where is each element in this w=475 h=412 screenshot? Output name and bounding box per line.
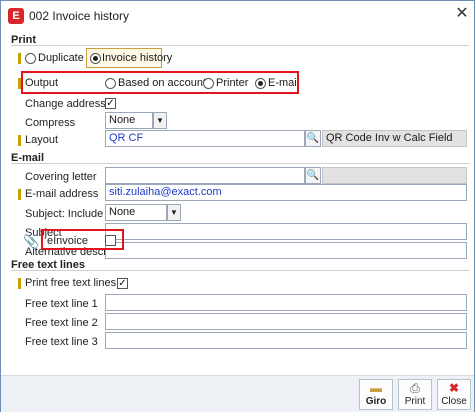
covering-letter-description	[322, 167, 467, 184]
duplicate-radio[interactable]	[25, 53, 36, 64]
email-address-input[interactable]: siti.zulaiha@exact.com	[105, 184, 467, 201]
window-close-icon[interactable]: ✕	[453, 5, 471, 23]
print-label: Print	[404, 396, 426, 407]
required-marker	[18, 278, 21, 289]
close-label: Close	[441, 396, 467, 407]
email-address-label: E-mail address	[25, 188, 99, 200]
chevron-down-icon[interactable]: ▼	[153, 112, 167, 129]
app-logo-icon: E	[8, 8, 24, 24]
invoice-history-label: Invoice history	[102, 52, 173, 64]
subject-input[interactable]	[105, 223, 467, 240]
free-text-line-3-input[interactable]	[105, 332, 467, 349]
einvoice-highlight-box	[41, 229, 124, 250]
invoice-history-dialog: E 002 Invoice history ✕ Print Duplicate …	[0, 0, 475, 412]
invoice-history-radio[interactable]	[90, 53, 101, 64]
subject-include-label: Subject: Include	[25, 208, 104, 220]
change-address-label: Change address	[25, 98, 106, 110]
layout-label: Layout	[25, 134, 59, 146]
paperclip-icon: 📎	[23, 234, 40, 249]
change-address-checkbox[interactable]: ✓	[105, 98, 116, 109]
divider	[11, 270, 469, 271]
compress-select[interactable]: None	[105, 112, 153, 129]
covering-letter-input[interactable]	[105, 167, 305, 184]
required-marker	[18, 53, 21, 64]
duplicate-label: Duplicate	[38, 52, 84, 64]
print-free-text-checkbox[interactable]: ✓	[117, 278, 128, 289]
alternative-descr-input[interactable]	[105, 242, 467, 259]
covering-letter-search-icon[interactable]: 🔍	[305, 167, 321, 184]
giro-icon: ▬	[370, 381, 382, 395]
free-text-line-1-label: Free text line 1	[25, 298, 98, 310]
divider	[11, 163, 469, 164]
giro-button[interactable]: ▬ Giro	[359, 379, 393, 410]
free-text-line-2-label: Free text line 2	[25, 317, 98, 329]
button-bar: ▬ Giro ⎙ Print ✖ Close	[1, 375, 474, 412]
free-text-line-1-input[interactable]	[105, 294, 467, 311]
layout-input[interactable]: QR CF	[105, 130, 305, 147]
printer-icon: ⎙	[410, 381, 420, 395]
free-text-line-3-label: Free text line 3	[25, 336, 98, 348]
title-bar: E 002 Invoice history ✕	[1, 1, 474, 31]
compress-label: Compress	[25, 117, 76, 129]
required-marker	[18, 135, 21, 146]
window-title: 002 Invoice history	[29, 9, 130, 23]
free-text-line-2-input[interactable]	[105, 313, 467, 330]
layout-search-icon[interactable]: 🔍	[305, 130, 321, 147]
giro-label: Giro	[365, 396, 387, 407]
covering-letter-label: Covering letter	[25, 171, 97, 183]
divider	[11, 45, 469, 46]
close-icon: ✖	[448, 381, 460, 395]
print-free-text-label: Print free text lines	[25, 277, 117, 289]
close-button[interactable]: ✖ Close	[437, 379, 471, 410]
print-button[interactable]: ⎙ Print	[398, 379, 432, 410]
layout-description: QR Code Inv w Calc Field	[322, 130, 467, 147]
chevron-down-icon[interactable]: ▼	[167, 204, 181, 221]
subject-include-select[interactable]: None	[105, 204, 167, 221]
required-marker	[18, 189, 21, 200]
output-highlight-box	[21, 71, 299, 94]
